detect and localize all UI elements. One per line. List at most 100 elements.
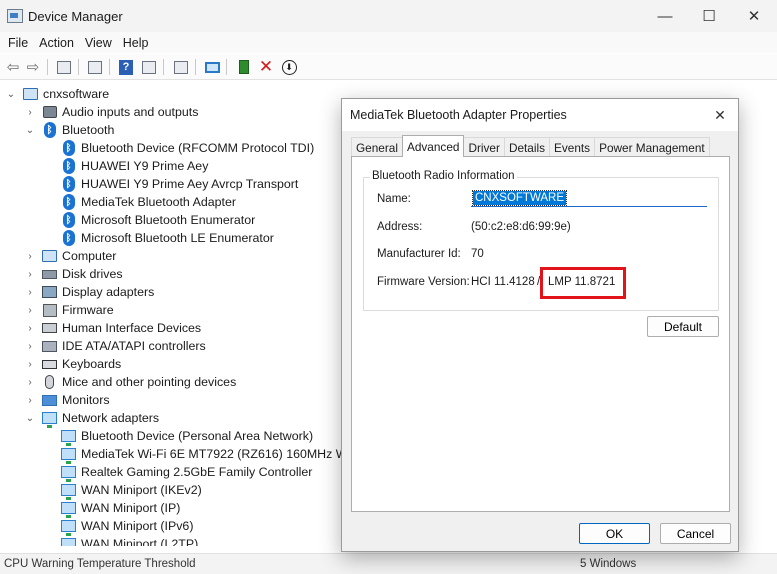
- tree-item[interactable]: IDE ATA/ATAPI controllers: [42, 337, 206, 355]
- status-right-text: 5 Windows: [580, 558, 637, 570]
- tab-power-management[interactable]: Power Management: [594, 137, 710, 157]
- dialog-close-button[interactable]: ✕: [710, 105, 730, 125]
- toolbar: ⇦ ⇨ ? ✕ ⬇: [0, 54, 777, 80]
- menu-action[interactable]: Action: [39, 36, 74, 50]
- cancel-button[interactable]: Cancel: [660, 523, 731, 544]
- menu-file[interactable]: File: [8, 36, 28, 50]
- tree-item[interactable]: Audio inputs and outputs: [42, 103, 198, 121]
- network-icon: [61, 537, 76, 546]
- tab-driver[interactable]: Driver: [463, 137, 505, 157]
- chevron-right-icon[interactable]: ›: [25, 265, 35, 283]
- hid-icon: [42, 321, 57, 336]
- chevron-right-icon[interactable]: ›: [25, 283, 35, 301]
- tree-item[interactable]: ᛒ Microsoft Bluetooth LE Enumerator: [61, 229, 274, 247]
- enable-device-icon[interactable]: [235, 58, 253, 76]
- toolbar-separator: [226, 59, 227, 75]
- manufacturer-value: 70: [471, 248, 484, 260]
- bluetooth-icon: ᛒ: [61, 140, 76, 156]
- speaker-icon: [42, 105, 57, 120]
- tree-item[interactable]: Network adapters: [42, 409, 159, 428]
- menu-bar: File Action View Help: [0, 32, 777, 53]
- tree-item[interactable]: ᛒ HUAWEI Y9 Prime Aey: [61, 157, 208, 175]
- tree-root[interactable]: cnxsoftware: [23, 85, 109, 103]
- close-button[interactable]: ✕: [731, 0, 777, 32]
- properties-icon[interactable]: [86, 58, 104, 76]
- chevron-right-icon[interactable]: ›: [25, 301, 35, 319]
- ok-button[interactable]: OK: [579, 523, 650, 544]
- name-value: CNXSOFTWARE: [471, 190, 568, 206]
- name-field[interactable]: CNXSOFTWARE: [471, 189, 707, 207]
- action-pane-icon[interactable]: [140, 58, 158, 76]
- tree-item[interactable]: Human Interface Devices: [42, 319, 201, 337]
- tab-events[interactable]: Events: [549, 137, 596, 157]
- tree-item[interactable]: Display adapters: [42, 283, 154, 301]
- uninstall-device-icon[interactable]: ✕: [257, 58, 275, 76]
- show-hide-tree-icon[interactable]: [55, 58, 73, 76]
- chevron-right-icon[interactable]: ›: [25, 373, 35, 391]
- group-title: Bluetooth Radio Information: [370, 170, 517, 182]
- tree-item[interactable]: Computer: [42, 247, 116, 265]
- network-icon: [42, 411, 57, 428]
- tree-item[interactable]: Realtek Gaming 2.5GbE Family Controller: [61, 463, 312, 482]
- monitor-icon: [42, 393, 57, 408]
- highlight-annotation: [540, 267, 626, 299]
- default-button[interactable]: Default: [647, 316, 719, 337]
- tree-item[interactable]: ᛒ Bluetooth: [42, 121, 114, 139]
- tree-item[interactable]: Mice and other pointing devices: [42, 373, 236, 391]
- tree-item[interactable]: Keyboards: [42, 355, 121, 373]
- tree-item[interactable]: WAN Miniport (IPv6): [61, 517, 193, 536]
- tab-general[interactable]: General: [351, 137, 403, 157]
- tree-item[interactable]: ᛒ HUAWEI Y9 Prime Aey Avrcp Transport: [61, 175, 298, 193]
- toolbar-separator: [163, 59, 164, 75]
- tree-item[interactable]: ᛒ Microsoft Bluetooth Enumerator: [61, 211, 255, 229]
- menu-view[interactable]: View: [85, 36, 112, 50]
- chevron-right-icon[interactable]: ›: [25, 391, 35, 409]
- computer-icon: [42, 249, 57, 264]
- mouse-icon: [42, 375, 57, 390]
- status-left-text: CPU Warning Temperature Threshold: [4, 558, 196, 570]
- dialog-title-bar: MediaTek Bluetooth Adapter Properties: [342, 99, 738, 131]
- tree-item[interactable]: Firmware: [42, 301, 114, 319]
- back-arrow-icon[interactable]: ⇦: [4, 58, 22, 76]
- forward-arrow-icon[interactable]: ⇨: [24, 58, 42, 76]
- chevron-down-icon[interactable]: ⌄: [6, 85, 16, 103]
- firmware-hci-value: HCI 11.4128: [471, 276, 535, 288]
- disk-icon: [42, 267, 57, 282]
- bluetooth-icon: ᛒ: [42, 122, 57, 138]
- bluetooth-icon: ᛒ: [61, 230, 76, 246]
- tree-item[interactable]: Bluetooth Device (Personal Area Network): [61, 427, 313, 446]
- tree-item[interactable]: ᛒ MediaTek Bluetooth Adapter: [61, 193, 236, 211]
- tree-item[interactable]: WAN Miniport (IKEv2): [61, 481, 202, 500]
- status-bar: CPU Warning Temperature Threshold 5 Wind…: [0, 553, 777, 574]
- name-label: Name:: [377, 193, 411, 205]
- tree-item[interactable]: Monitors: [42, 391, 110, 409]
- disable-device-icon[interactable]: ⬇: [280, 58, 298, 76]
- tree-item[interactable]: WAN Miniport (IP): [61, 499, 180, 518]
- update-driver-icon[interactable]: [172, 58, 190, 76]
- bluetooth-icon: ᛒ: [61, 158, 76, 174]
- chevron-right-icon[interactable]: ›: [25, 103, 35, 121]
- keyboard-icon: [42, 357, 57, 372]
- tab-advanced[interactable]: Advanced: [401, 135, 465, 157]
- tree-item[interactable]: Disk drives: [42, 265, 123, 283]
- firmware-icon: [42, 303, 57, 318]
- help-icon[interactable]: ?: [117, 58, 135, 76]
- tree-item[interactable]: MediaTek Wi-Fi 6E MT7922 (RZ616) 160MHz …: [61, 445, 345, 464]
- chevron-down-icon[interactable]: ⌄: [25, 121, 35, 139]
- tree-item[interactable]: WAN Miniport (L2TP): [61, 535, 198, 546]
- tab-details[interactable]: Details: [503, 137, 550, 157]
- menu-help[interactable]: Help: [123, 36, 149, 50]
- chevron-right-icon[interactable]: ›: [25, 247, 35, 265]
- window-title: Device Manager: [28, 8, 123, 24]
- chevron-right-icon[interactable]: ›: [25, 337, 35, 355]
- tree-item[interactable]: ᛒ Bluetooth Device (RFCOMM Protocol TDI): [61, 139, 314, 157]
- chevron-right-icon[interactable]: ›: [25, 319, 35, 337]
- minimize-button[interactable]: —: [642, 0, 688, 32]
- maximize-button[interactable]: ☐: [686, 0, 732, 32]
- firmware-label: Firmware Version:: [377, 276, 470, 288]
- toolbar-separator: [78, 59, 79, 75]
- network-icon: [61, 465, 76, 482]
- scan-hardware-icon[interactable]: [203, 58, 221, 76]
- chevron-down-icon[interactable]: ⌄: [25, 409, 35, 427]
- chevron-right-icon[interactable]: ›: [25, 355, 35, 373]
